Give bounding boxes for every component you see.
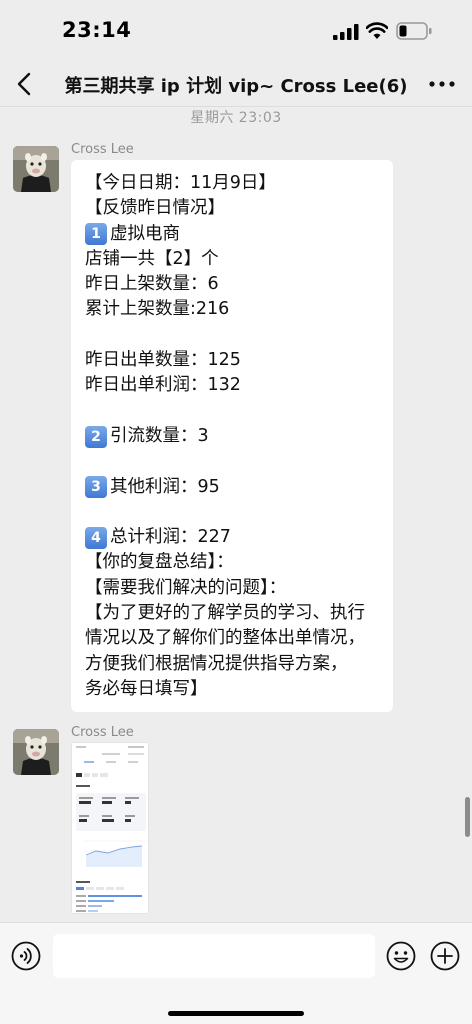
emoji-icon[interactable] bbox=[386, 941, 416, 971]
status-bar: 23:14 bbox=[0, 0, 472, 62]
message-line bbox=[85, 449, 393, 474]
avatar[interactable] bbox=[13, 729, 59, 775]
back-icon[interactable] bbox=[12, 70, 36, 98]
input-bar bbox=[0, 922, 472, 1024]
message-line-text: 昨日上架数量：6 bbox=[85, 274, 219, 295]
message-line-text: 【你的复盘总结】： bbox=[85, 552, 234, 573]
number-badge-icon: 1 bbox=[85, 223, 107, 246]
message-line-text: 昨日出单数量：125 bbox=[85, 350, 241, 371]
message-line: 3 其他利润：95 bbox=[85, 475, 393, 500]
message-line-text: 务必每日填写】 bbox=[85, 678, 208, 699]
avatar[interactable] bbox=[13, 146, 59, 192]
message-line-text: 店铺一共【2】个 bbox=[85, 248, 219, 269]
message-timestamp: 星期六 23:03 bbox=[190, 110, 282, 126]
number-badge-icon: 4 bbox=[85, 526, 107, 549]
message-line: 1 虚拟电商 bbox=[85, 222, 393, 247]
message-line-text: 累计上架数量:216 bbox=[85, 299, 230, 320]
image-message-thumbnail[interactable] bbox=[71, 742, 149, 914]
message-line: 昨日出单数量：125 bbox=[85, 348, 393, 373]
message-line: 2 引流数量：3 bbox=[85, 424, 393, 449]
number-badge-icon: 2 bbox=[85, 425, 107, 448]
message-line: 【今日日期：11月9日】 bbox=[85, 171, 393, 196]
message-line: 店铺一共【2】个 bbox=[85, 247, 393, 272]
voice-icon[interactable] bbox=[11, 941, 41, 971]
sender-name: Cross Lee bbox=[71, 142, 134, 157]
chat-title: 第三期共享 ip 计划 vip~ Cross Lee(6) bbox=[64, 76, 408, 97]
message-line: 情况以及了解你们的整体出单情况， bbox=[85, 626, 393, 651]
message-line-text: 虚拟电商 bbox=[110, 223, 180, 244]
message-line-text: 引流数量：3 bbox=[110, 425, 209, 446]
message-line-text: 总计利润：227 bbox=[110, 527, 231, 548]
message-line: 昨日出单利润：132 bbox=[85, 373, 393, 398]
number-badge-icon: 3 bbox=[85, 476, 107, 499]
more-icon[interactable] bbox=[428, 76, 456, 92]
message-text: 【今日日期：11月9日】 【反馈昨日情况】 1 虚拟电商 店铺一共【2】个 昨日上架数量：… bbox=[85, 171, 393, 702]
message-line: 昨日上架数量：6 bbox=[85, 272, 393, 297]
message-line: 4 总计利润：227 bbox=[85, 525, 393, 550]
message-input[interactable] bbox=[53, 934, 375, 978]
message-line: 务必每日填写】 bbox=[85, 677, 393, 702]
message-line: 【你的复盘总结】： bbox=[85, 550, 393, 575]
message-line-text: 【反馈昨日情况】 bbox=[85, 198, 225, 219]
battery-icon bbox=[396, 22, 432, 40]
add-icon[interactable] bbox=[430, 941, 460, 971]
nav-bar: 第三期共享 ip 计划 vip~ Cross Lee(6) bbox=[0, 62, 472, 106]
message-line-text: 【为了更好的了解学员的学习、执行 bbox=[85, 603, 365, 624]
wifi-icon bbox=[366, 22, 388, 39]
message-line: 方便我们根据情况提供指导方案， bbox=[85, 652, 393, 677]
message-line: 【为了更好的了解学员的学习、执行 bbox=[85, 601, 393, 626]
message-line-text: 情况以及了解你们的整体出单情况， bbox=[85, 628, 365, 649]
message-line-text: 【需要我们解决的问题】： bbox=[85, 577, 287, 598]
status-time: 23:14 bbox=[62, 18, 132, 42]
message-line bbox=[85, 399, 393, 424]
message-line bbox=[85, 500, 393, 525]
message-line-text: 其他利润：95 bbox=[110, 476, 220, 497]
sender-name: Cross Lee bbox=[71, 725, 134, 740]
message-line: 【需要我们解决的问题】： bbox=[85, 576, 393, 601]
message-bubble[interactable]: 【今日日期：11月9日】 【反馈昨日情况】 1 虚拟电商 店铺一共【2】个 昨日上架数量：… bbox=[71, 160, 393, 712]
message-line bbox=[85, 323, 393, 348]
message-line-text: 【今日日期：11月9日】 bbox=[85, 173, 276, 193]
message-line: 累计上架数量:216 bbox=[85, 297, 393, 322]
scroll-indicator[interactable] bbox=[465, 797, 470, 837]
message-line: 【反馈昨日情况】 bbox=[85, 196, 393, 221]
message-line-text: 方便我们根据情况提供指导方案， bbox=[85, 653, 348, 674]
signal-icon bbox=[333, 24, 359, 40]
message-line-text: 昨日出单利润：132 bbox=[85, 375, 241, 396]
home-indicator bbox=[168, 1011, 304, 1016]
